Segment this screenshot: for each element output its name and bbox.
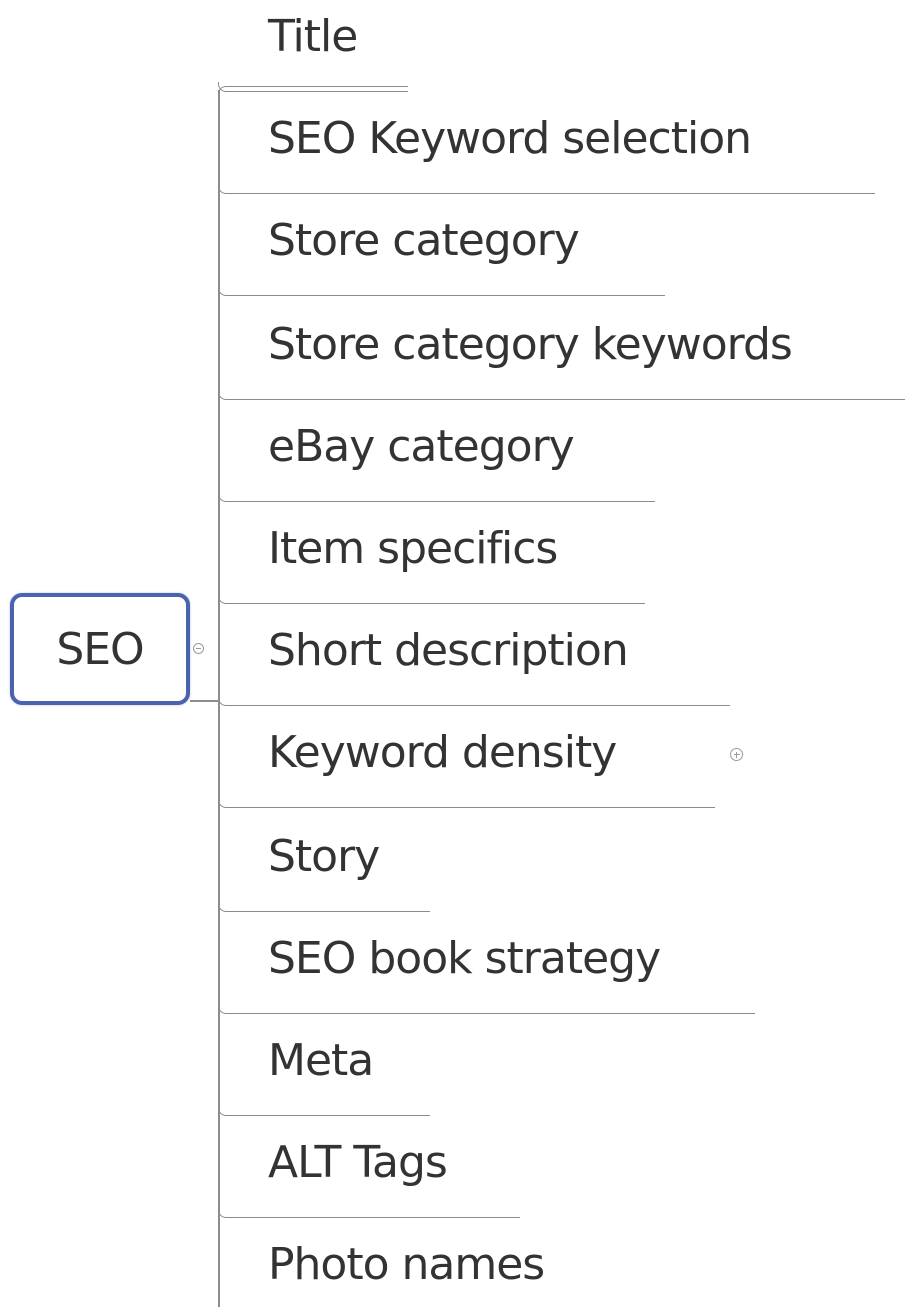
subtopic-label: ALT Tags bbox=[268, 1137, 448, 1188]
subtopic-underline bbox=[218, 798, 715, 808]
subtopic-label: Keyword density bbox=[268, 727, 617, 778]
subtopic-label: Item specifics bbox=[268, 523, 558, 574]
root-connector-line bbox=[190, 700, 220, 702]
subtopic-underline bbox=[218, 390, 905, 400]
subtopic-underline bbox=[218, 492, 655, 502]
expand-icon[interactable] bbox=[730, 748, 743, 761]
subtopic-label: Short description bbox=[268, 625, 629, 676]
subtopic-underline bbox=[218, 82, 408, 92]
root-topic[interactable]: SEO bbox=[10, 593, 190, 705]
subtopic-underline bbox=[218, 1208, 520, 1218]
subtopic-label: Title bbox=[268, 11, 358, 62]
subtopic-label: Store category bbox=[268, 215, 580, 266]
subtopic-underline bbox=[218, 1106, 430, 1116]
subtopic-underline bbox=[218, 286, 665, 296]
subtopic-label: Story bbox=[268, 831, 380, 882]
subtopic-underline bbox=[218, 184, 875, 194]
subtopic-underline bbox=[218, 696, 730, 706]
subtopic-label: eBay category bbox=[268, 421, 575, 472]
root-topic-label: SEO bbox=[56, 623, 144, 675]
subtopic-label: Meta bbox=[268, 1035, 374, 1086]
subtopic-underline bbox=[218, 594, 645, 604]
subtopic-label: Store category keywords bbox=[268, 319, 793, 370]
subtopic-label: SEO Keyword selection bbox=[268, 113, 752, 164]
subtopic-label: Photo names bbox=[268, 1239, 545, 1290]
subtopic-underline bbox=[218, 902, 430, 912]
collapse-icon[interactable] bbox=[193, 643, 204, 654]
mindmap-canvas: SEO Title SEO Keyword selection Store cate… bbox=[0, 0, 905, 1311]
subtopic-label: SEO book strategy bbox=[268, 933, 661, 984]
subtopic-underline bbox=[218, 1004, 755, 1014]
